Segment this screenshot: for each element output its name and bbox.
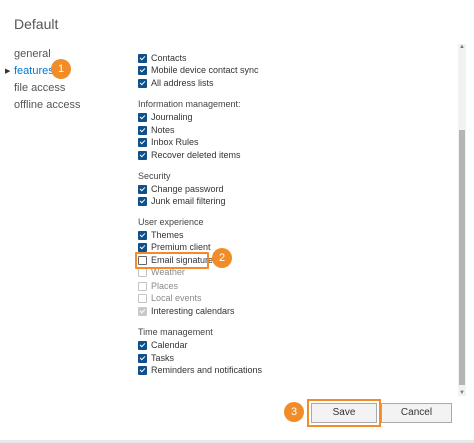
nav-item-label: features bbox=[14, 65, 54, 77]
checkbox[interactable] bbox=[138, 340, 147, 350]
checkbox[interactable] bbox=[138, 196, 147, 206]
checkbox[interactable] bbox=[138, 78, 147, 88]
scroll-thumb[interactable] bbox=[459, 130, 465, 385]
option-recover-deleted-items[interactable]: Recover deleted items bbox=[138, 149, 241, 161]
option-mobile-contact-sync[interactable]: Mobile device contact sync bbox=[138, 64, 259, 76]
option-interesting-calendars: Interesting calendars bbox=[138, 305, 235, 317]
option-junk-email-filtering[interactable]: Junk email filtering bbox=[138, 195, 226, 207]
option-label: Tasks bbox=[151, 353, 175, 363]
option-label: Notes bbox=[151, 125, 175, 135]
option-notes[interactable]: Notes bbox=[138, 124, 175, 136]
checkbox[interactable] bbox=[138, 112, 147, 122]
option-label: Journaling bbox=[151, 112, 193, 122]
section-title-security: Security bbox=[138, 171, 171, 181]
checkbox[interactable] bbox=[138, 242, 147, 252]
checkbox-disabled bbox=[138, 306, 147, 316]
option-label: Contacts bbox=[151, 53, 187, 63]
checkbox[interactable] bbox=[138, 65, 147, 75]
option-label: Inbox Rules bbox=[151, 137, 199, 147]
checkbox[interactable] bbox=[138, 137, 147, 147]
option-label: Junk email filtering bbox=[151, 196, 226, 206]
checkbox[interactable] bbox=[138, 184, 147, 194]
scroll-up-icon[interactable]: ▲ bbox=[459, 44, 465, 50]
checkbox[interactable] bbox=[138, 125, 147, 135]
window-title: Default bbox=[14, 16, 59, 32]
callout-badge-2: 2 bbox=[212, 248, 232, 268]
option-label: Change password bbox=[151, 184, 224, 194]
checkbox[interactable] bbox=[138, 53, 147, 63]
settings-nav: general ▶ features file access offline a… bbox=[0, 46, 120, 114]
cancel-button[interactable]: Cancel bbox=[381, 403, 452, 423]
option-calendar[interactable]: Calendar bbox=[138, 339, 188, 351]
option-label: Local events bbox=[151, 293, 202, 303]
nav-item-offline-access[interactable]: offline access bbox=[0, 97, 120, 114]
nav-item-file-access[interactable]: file access bbox=[0, 80, 120, 97]
checkbox[interactable] bbox=[138, 150, 147, 160]
features-panel: Contacts Mobile device contact sync All … bbox=[130, 44, 460, 394]
option-themes[interactable]: Themes bbox=[138, 229, 184, 241]
option-label: Interesting calendars bbox=[151, 306, 235, 316]
option-journaling[interactable]: Journaling bbox=[138, 111, 193, 123]
option-reminders-notifications[interactable]: Reminders and notifications bbox=[138, 364, 262, 376]
section-title-time-management: Time management bbox=[138, 327, 213, 337]
option-local-events: Local events bbox=[138, 292, 202, 304]
checkbox[interactable] bbox=[138, 353, 147, 363]
option-label: Premium client bbox=[151, 242, 211, 252]
checkbox[interactable] bbox=[138, 365, 147, 375]
callout-badge-1: 1 bbox=[51, 59, 71, 79]
option-inbox-rules[interactable]: Inbox Rules bbox=[138, 136, 199, 148]
callout-badge-3: 3 bbox=[284, 402, 304, 422]
checkbox-disabled bbox=[138, 293, 147, 303]
save-button[interactable]: Save bbox=[311, 403, 377, 423]
checkbox-disabled bbox=[138, 281, 147, 291]
scroll-down-icon[interactable]: ▼ bbox=[459, 390, 465, 396]
selected-arrow-icon: ▶ bbox=[5, 68, 11, 75]
checkbox[interactable] bbox=[138, 230, 147, 240]
option-tasks[interactable]: Tasks bbox=[138, 352, 174, 364]
email-signature-highlight bbox=[135, 252, 209, 269]
vertical-scrollbar[interactable]: ▲ ▼ bbox=[458, 44, 466, 396]
option-all-address-lists[interactable]: All address lists bbox=[138, 77, 214, 89]
option-places: Places bbox=[138, 280, 178, 292]
option-label: Calendar bbox=[151, 340, 188, 350]
section-title-user-experience: User experience bbox=[138, 217, 204, 227]
option-label: All address lists bbox=[151, 78, 214, 88]
option-change-password[interactable]: Change password bbox=[138, 183, 224, 195]
option-label: Mobile device contact sync bbox=[151, 65, 259, 75]
option-label: Places bbox=[151, 281, 179, 291]
section-title-information-management: Information management: bbox=[138, 99, 241, 109]
option-contacts[interactable]: Contacts bbox=[138, 52, 187, 64]
option-label: Reminders and notifications bbox=[151, 365, 263, 375]
option-label: Themes bbox=[151, 230, 184, 240]
option-label: Recover deleted items bbox=[151, 150, 241, 160]
